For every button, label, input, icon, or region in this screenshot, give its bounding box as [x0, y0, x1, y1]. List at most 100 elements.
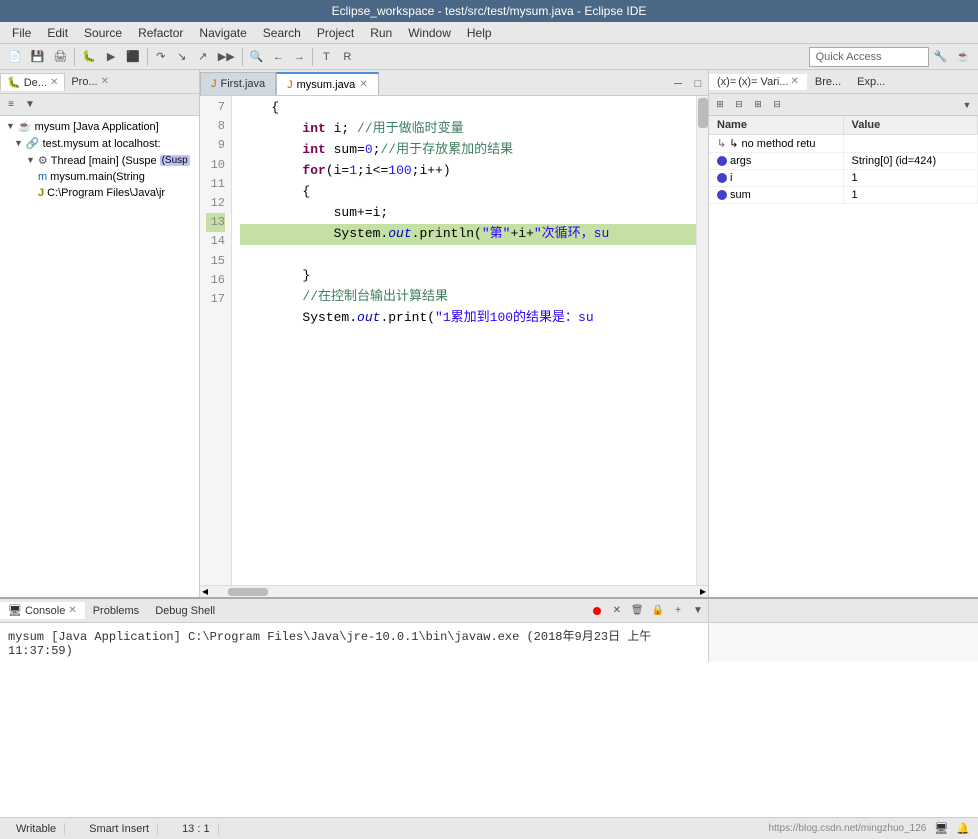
rt-btn4[interactable]: ⊟ [768, 96, 786, 114]
right-tab-variables[interactable]: (x)= (x)= Vari... ✕ [709, 74, 807, 90]
left-tab-debug[interactable]: 🐛 De... ✕ [0, 73, 65, 91]
tree-item-mysum-main[interactable]: mysum.main(String [2, 169, 197, 185]
tb-back-btn[interactable]: ← [268, 46, 288, 68]
editor-tab-mysum-close[interactable]: ✕ [359, 79, 367, 90]
lt-collapse-btn[interactable]: ≡ [2, 96, 20, 114]
tb-perspective2[interactable]: ☕ [952, 46, 974, 68]
vars-row-sum[interactable]: sum 1 [709, 187, 978, 204]
menu-navigate[interactable]: Navigate [191, 24, 254, 42]
vars-row-i[interactable]: i 1 [709, 170, 978, 187]
right-toolbar: ⊞ ⊟ ⊞ ⊟ ▼ [709, 94, 978, 116]
code-hscrollbar[interactable]: ◀ ▶ [200, 585, 708, 597]
var-name-0-text: ↳ no method retu [729, 137, 815, 150]
ln-9: 9 [206, 136, 225, 155]
tree-label-2: Thread [main] (Suspe [51, 155, 157, 167]
left-tab-project[interactable]: Pro... ✕ [65, 74, 115, 90]
rt-menu-btn[interactable]: ▼ [958, 96, 976, 114]
status-bar: Writable Smart Insert 13 : 1 https://blo… [0, 817, 978, 839]
menu-project[interactable]: Project [309, 24, 362, 42]
console-close-btn[interactable]: ✕ [607, 601, 627, 621]
tb-forward-btn[interactable]: → [289, 46, 309, 68]
vars-header-name: Name [709, 116, 844, 134]
editor-tab-first[interactable]: J First.java [200, 72, 276, 95]
console-terminate-btn[interactable] [587, 601, 607, 621]
tb-step-out[interactable]: ↗ [193, 46, 213, 68]
tb-sep4 [312, 48, 313, 66]
console-tab-close[interactable]: ✕ [68, 605, 76, 616]
tb-search-btn[interactable]: 🔍 [246, 46, 268, 68]
right-tab-expressions[interactable]: Exp... [849, 74, 893, 90]
console-tab-console[interactable]: 🖥 Console ✕ [0, 602, 85, 619]
console-menu-btn[interactable]: ▼ [688, 601, 708, 621]
console-tabs: 🖥 Console ✕ Problems Debug Shell ✕ 🗑 🔒 +… [0, 599, 708, 623]
menu-refactor[interactable]: Refactor [130, 24, 191, 42]
rt-btn1[interactable]: ⊞ [711, 96, 729, 114]
editor-tab-maximize[interactable]: □ [688, 73, 708, 95]
tb-open-type[interactable]: T [316, 46, 336, 68]
suspended-badge: (Susp [160, 155, 190, 166]
tb-run-btn[interactable]: ▶ [101, 46, 121, 68]
tb-step-over[interactable]: ↷ [151, 46, 171, 68]
console-tab-label: Console [25, 605, 65, 617]
tree-item-mysum-app[interactable]: ☕ mysum [Java Application] [2, 118, 197, 135]
editor-tab-minimize[interactable]: ─ [668, 73, 688, 95]
tb-sep2 [147, 48, 148, 66]
tb-open-res[interactable]: R [337, 46, 357, 68]
console-scroll-lock[interactable]: 🔒 [648, 601, 668, 621]
problems-tab-label: Problems [93, 605, 139, 617]
console-tab-problems[interactable]: Problems [85, 603, 147, 619]
quick-access-box: Quick Access [809, 47, 929, 67]
vars-name-0: ↳ ↳ no method retu [709, 135, 844, 152]
ln-15: 15 [206, 252, 225, 271]
tb-stop-btn[interactable]: ⬛ [122, 46, 144, 68]
tb-resume[interactable]: ▶▶ [214, 46, 239, 68]
code-vscrollbar[interactable] [696, 96, 708, 585]
hscroll-right[interactable]: ▶ [700, 587, 706, 596]
rt-btn2[interactable]: ⊟ [730, 96, 748, 114]
rt-btn3[interactable]: ⊞ [749, 96, 767, 114]
left-tab-project-close[interactable]: ✕ [101, 76, 109, 87]
var-icon-i [717, 173, 727, 183]
left-toolbar: ≡ ▼ [0, 94, 199, 116]
tree-item-thread-main[interactable]: ⚙ Thread [main] (Suspe (Susp [2, 152, 197, 169]
ln-11: 11 [206, 175, 225, 194]
code-editor[interactable]: { int i; //用于做临时变量 int sum=0;//用于存放累加的结果… [232, 96, 708, 585]
var-icon-args [717, 156, 727, 166]
tb-print-btn[interactable]: 🖨 [49, 46, 71, 68]
lt-dropdown-btn[interactable]: ▼ [21, 96, 39, 114]
tb-new-btn[interactable]: 📄 [4, 46, 26, 68]
console-clear-btn[interactable]: 🗑 [627, 601, 648, 621]
ln-10: 10 [206, 156, 225, 175]
tree-item-jre-path[interactable]: C:\Program Files\Java\jr [2, 185, 197, 201]
right-tab-vars-label: (x)= Vari... [738, 76, 788, 88]
tb-perspective1[interactable]: 🔧 [930, 46, 952, 68]
vars-row-args[interactable]: args String[0] (id=424) [709, 153, 978, 170]
menu-edit[interactable]: Edit [39, 24, 76, 42]
first-java-icon: J [211, 78, 217, 90]
status-insert-mode: Smart Insert [81, 823, 158, 835]
menu-help[interactable]: Help [459, 24, 500, 42]
tb-debug-btn[interactable]: 🐛 [78, 46, 100, 68]
menu-search[interactable]: Search [255, 24, 309, 42]
quick-access-label: Quick Access [816, 51, 882, 63]
right-tab-breakpoints[interactable]: Bre... [807, 74, 849, 90]
code-area: 7 8 9 10 11 12 13 14 15 16 17 { int i; /… [200, 96, 708, 585]
console-new-btn[interactable]: + [668, 601, 688, 621]
menu-run[interactable]: Run [362, 24, 400, 42]
menu-window[interactable]: Window [400, 24, 459, 42]
tb-step-into[interactable]: ↘ [172, 46, 192, 68]
variables-table: Name Value ↳ ↳ no method retu args Strin… [709, 116, 978, 597]
tb-save-btn[interactable]: 💾 [27, 46, 49, 68]
status-watermark: https://blog.csdn.net/mingzhuo_126 🖥 🔔 [768, 822, 970, 835]
right-bottom-toolbar [709, 599, 978, 623]
console-tab-debug-shell[interactable]: Debug Shell [147, 603, 223, 619]
editor-tab-mysum[interactable]: J mysum.java ✕ [276, 72, 379, 95]
tree-item-test-mysum[interactable]: 🔗 test.mysum at localhost: [2, 135, 197, 152]
line-numbers: 7 8 9 10 11 12 13 14 15 16 17 [200, 96, 232, 585]
var-name-2-text: i [730, 172, 732, 184]
right-tab-vars-close[interactable]: ✕ [790, 76, 798, 87]
left-tab-debug-close[interactable]: ✕ [50, 77, 58, 88]
menu-file[interactable]: File [4, 24, 39, 42]
menu-source[interactable]: Source [76, 24, 130, 42]
right-tabs: (x)= (x)= Vari... ✕ Bre... Exp... [709, 70, 978, 94]
